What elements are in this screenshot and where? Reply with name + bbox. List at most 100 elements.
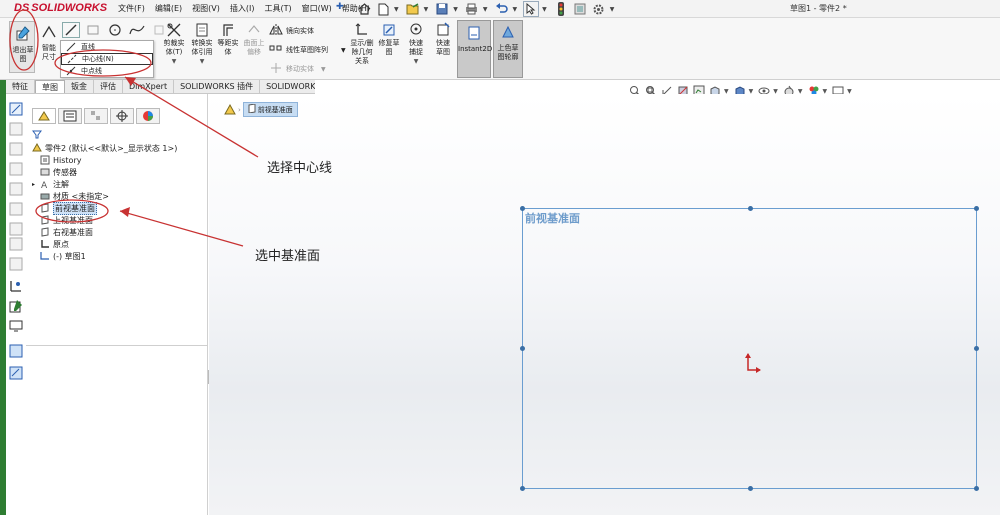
mirror-entities-button[interactable]: 镜向实体 — [269, 24, 314, 38]
quick-snaps-button[interactable]: 快速捕捉 ▼ — [403, 21, 429, 66]
tab-sketch[interactable]: 草图 — [35, 80, 65, 93]
flyout-item-line[interactable]: 直线 — [61, 41, 153, 53]
expand-arrow-icon[interactable]: ▸ — [32, 181, 40, 188]
edit-sketch-icon[interactable] — [9, 299, 23, 313]
dimxpert-tab-icon[interactable] — [110, 108, 134, 124]
tab-dimxpert[interactable]: DimXpert — [123, 80, 175, 93]
plane-handle[interactable] — [974, 206, 979, 211]
open-folder-icon[interactable] — [405, 1, 421, 17]
configuration-tab-icon[interactable] — [84, 108, 108, 124]
chevron-down-icon[interactable]: ▼ — [483, 6, 488, 13]
plane-handle[interactable] — [520, 206, 525, 211]
front-plane-outline[interactable]: 前视基准面 — [520, 206, 979, 491]
menu-file[interactable]: 文件(F) — [118, 3, 145, 14]
select-cursor-icon[interactable] — [523, 1, 540, 17]
menu-insert[interactable]: 插入(I) — [230, 3, 255, 14]
flyout-item-centerline[interactable]: 中心线(N) — [61, 53, 153, 65]
menu-edit[interactable]: 编辑(E) — [155, 3, 182, 14]
chevron-down-icon[interactable]: ▼ — [513, 6, 518, 13]
tree-item-material[interactable]: 材质 <未指定> — [32, 190, 208, 202]
sketch-view-icon[interactable] — [9, 182, 23, 196]
save-icon[interactable] — [434, 1, 450, 17]
pin-icon[interactable]: ✚ — [336, 2, 344, 12]
tree-item-sensors[interactable]: 传感器 — [32, 166, 208, 178]
tree-item-origin[interactable]: 原点 — [32, 238, 208, 250]
tab-features[interactable]: 特征 — [6, 80, 35, 93]
sketch-view-icon[interactable] — [9, 237, 23, 251]
plane-handle[interactable] — [520, 346, 525, 351]
rectangle-icon[interactable] — [84, 22, 102, 38]
chevron-down-icon[interactable]: ▼ — [321, 66, 326, 73]
new-document-icon[interactable] — [375, 1, 391, 17]
shaded-sketch-contours-button[interactable]: 上色草图轮廓 — [493, 20, 523, 78]
tab-sheet-metal[interactable]: 钣金 — [65, 80, 94, 93]
smart-dimension-button[interactable]: 智能尺寸 — [37, 21, 61, 73]
flyout-item-midpoint-line[interactable]: 中点线 — [61, 65, 153, 77]
tree-item-right-plane[interactable]: 右视基准面 — [32, 226, 208, 238]
plane-handle[interactable] — [748, 206, 753, 211]
sketch-view-icon[interactable] — [9, 257, 23, 271]
gear-icon[interactable] — [591, 1, 607, 17]
display-manager-tab-icon[interactable] — [136, 108, 160, 124]
rapid-sketch-button[interactable]: 快速草图 — [430, 21, 456, 57]
property-manager-tab-icon[interactable] — [58, 108, 82, 124]
home-icon[interactable] — [356, 1, 372, 17]
chevron-down-icon[interactable]: ▼ — [610, 6, 615, 13]
offset-entities-button[interactable]: 等距实体 — [215, 21, 241, 57]
sketch-view-icon[interactable] — [9, 122, 23, 136]
repair-sketch-button[interactable]: 修复草图 — [375, 21, 403, 57]
chevron-down-icon[interactable]: ▼ — [341, 47, 346, 54]
shaded-contours-icon — [494, 25, 522, 42]
trim-entities-button[interactable]: 剪裁实体(T) ▼ — [160, 21, 188, 66]
tab-evaluate[interactable]: 评估 — [94, 80, 123, 93]
filter-icon[interactable] — [32, 130, 42, 141]
line-icon[interactable] — [62, 22, 80, 38]
print-icon[interactable] — [464, 1, 480, 17]
chevron-down-icon[interactable]: ▼ — [160, 57, 188, 66]
3d-sketch-icon[interactable] — [9, 344, 23, 358]
sketch-plane-icon[interactable] — [9, 366, 23, 380]
menu-view[interactable]: 视图(V) — [192, 3, 220, 14]
menu-tools[interactable]: 工具(T) — [264, 3, 291, 14]
view-sketch-icon[interactable] — [9, 102, 23, 116]
display-icon[interactable] — [9, 319, 23, 333]
circle-icon[interactable] — [106, 22, 124, 38]
chevron-down-icon[interactable]: ▼ — [188, 57, 216, 66]
feature-tree-tab-icon[interactable] — [32, 108, 56, 124]
tree-root[interactable]: 零件2 (默认<<默认>_显示状态 1>) — [32, 142, 208, 154]
menu-window[interactable]: 窗口(W) — [302, 3, 332, 14]
instant2d-button[interactable]: Instant2D — [457, 20, 492, 78]
display-relations-button[interactable]: 显示/删除几何关系 — [348, 21, 376, 66]
chevron-down-icon[interactable]: ▼ — [453, 6, 458, 13]
plane-handle[interactable] — [748, 486, 753, 491]
plane-handle[interactable] — [974, 486, 979, 491]
move-entities-button[interactable]: 移动实体 ▼ — [269, 62, 326, 76]
sketch-view-icon[interactable] — [9, 222, 23, 236]
traffic-light-icon[interactable] — [553, 1, 569, 17]
tree-item-annotations[interactable]: ▸ A 注解 — [32, 178, 208, 190]
sketch-view-icon[interactable] — [9, 162, 23, 176]
plane-handle[interactable] — [520, 486, 525, 491]
rebuild-icon[interactable] — [572, 1, 588, 17]
linear-sketch-pattern-button[interactable]: 线性草图阵列 ▼ — [269, 43, 346, 57]
breadcrumb-front-plane[interactable]: 前视基准面 — [242, 102, 298, 117]
part-icon[interactable] — [224, 103, 236, 116]
chevron-down-icon[interactable]: ▼ — [403, 57, 429, 66]
surface-offset-button[interactable]: 曲面上偏移 — [241, 21, 267, 57]
undo-icon[interactable] — [494, 1, 510, 17]
exit-sketch-button[interactable]: 退出草图 — [9, 21, 35, 73]
plane-handle[interactable] — [974, 346, 979, 351]
chevron-down-icon[interactable]: ▼ — [424, 6, 429, 13]
convert-entities-button[interactable]: 转换实体引用 ▼ — [188, 21, 216, 66]
tree-item-top-plane[interactable]: 上视基准面 — [32, 214, 208, 226]
chevron-down-icon[interactable]: ▼ — [394, 6, 399, 13]
tree-item-front-plane[interactable]: 前视基准面 — [32, 201, 208, 215]
tab-addins[interactable]: SOLIDWORKS 插件 — [174, 80, 261, 93]
spline-icon[interactable] — [128, 22, 146, 38]
tree-item-history[interactable]: History — [32, 154, 208, 166]
tree-item-sketch1[interactable]: (-) 草图1 — [32, 250, 208, 262]
sketch-view-icon[interactable] — [9, 142, 23, 156]
smart-dimension-icon[interactable] — [9, 279, 23, 293]
chevron-down-icon[interactable]: ▼ — [542, 6, 547, 13]
sketch-view-icon[interactable] — [9, 202, 23, 216]
